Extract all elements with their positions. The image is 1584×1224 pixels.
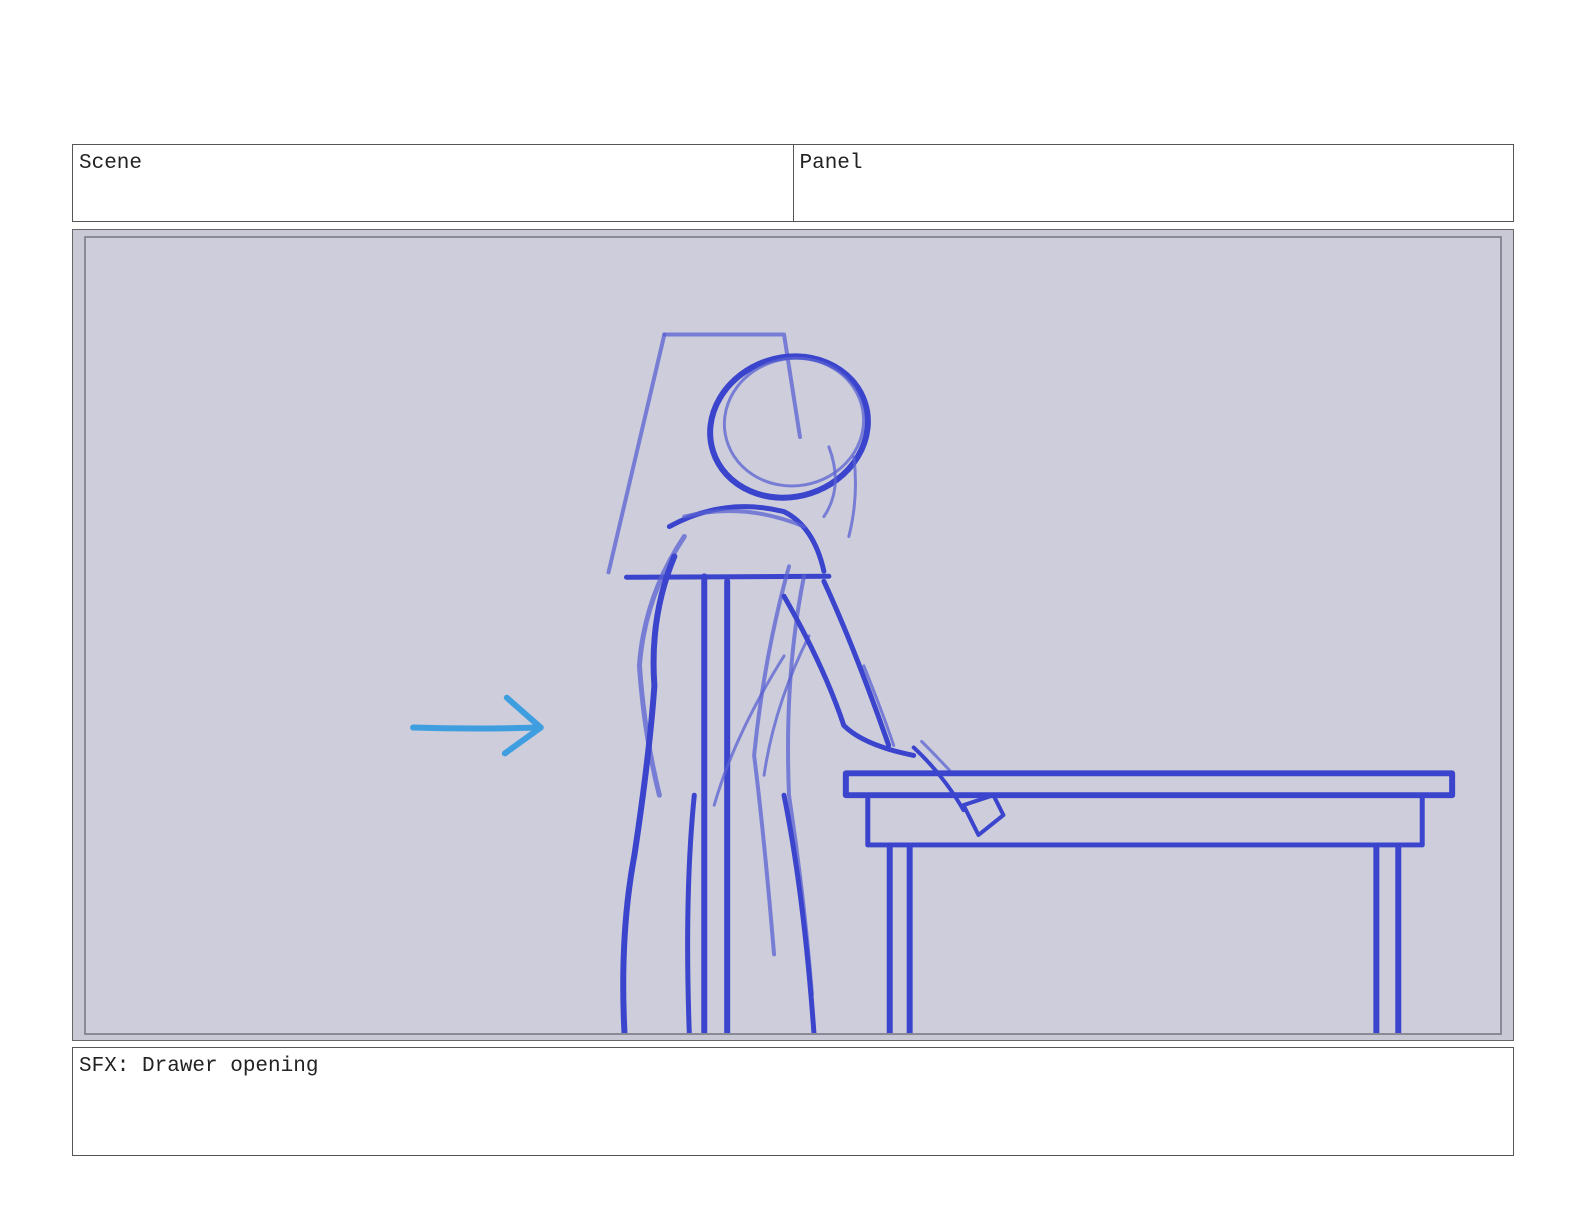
table-sketch [842,770,1456,1033]
caption-text: SFX: Drawer opening [79,1055,319,1078]
scene-label: Scene [79,152,143,175]
movement-arrow [410,694,544,757]
storyboard-drawing-area [84,236,1502,1035]
scene-field[interactable]: Scene [73,145,793,221]
header-table: Scene Panel [72,144,1514,222]
figure-sketch [620,353,1006,1033]
action-notes-field[interactable]: SFX: Drawer opening [72,1047,1514,1156]
panel-field[interactable]: Panel [792,145,1514,221]
panel-label: Panel [799,152,863,175]
sketch-canvas [410,332,1456,1033]
